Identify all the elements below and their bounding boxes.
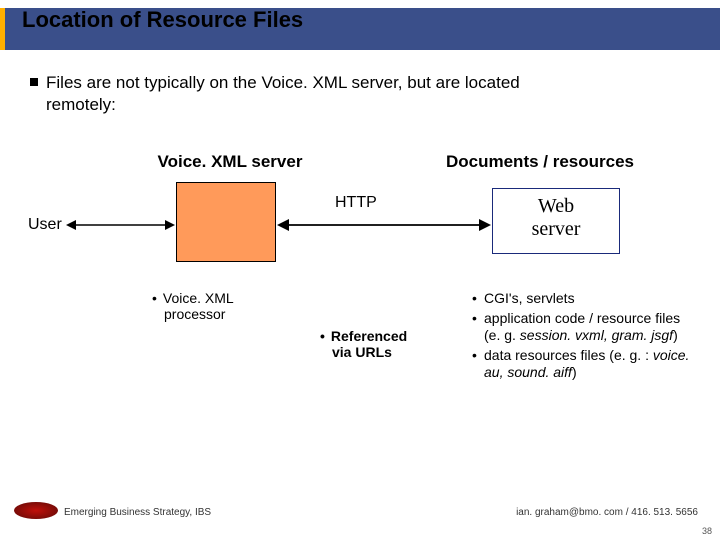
web-server-label-line1: Web [493,195,619,218]
page-number: 38 [702,526,712,536]
resources-item-3a: data resources files (e. g. : [484,347,653,363]
slide: Location of Resource Files Files are not… [0,0,720,540]
resources-item-3c: ) [572,364,577,380]
user-label: User [28,216,62,234]
ref-line1: Referenced [331,328,407,344]
resources-item-3: data resources files (e. g. : voice. au,… [470,347,690,382]
resources-item-2c: ) [673,327,678,343]
slide-title: Location of Resource Files [22,7,303,33]
square-bullet-icon [30,78,38,86]
referenced-urls-bullet: • Referenced via URLs [320,328,470,360]
arrow-user-to-vxml [66,219,175,231]
voicexml-processor-bullet: • Voice. XML processor [152,290,312,322]
http-label: HTTP [335,194,377,212]
resources-list: CGI's, servlets application code / resou… [470,290,690,384]
resources-item-1: CGI's, servlets [470,290,690,308]
logo-oval-icon [14,502,58,519]
resources-item-2: application code / resource files (e. g.… [470,310,690,345]
footer-contact: ian. graham@bmo. com / 416. 513. 5656 [516,507,698,518]
arrow-http [277,218,491,232]
web-server-label-line2: server [493,218,619,241]
column-heading-left: Voice. XML server [120,152,340,172]
main-bullet: Files are not typically on the Voice. XM… [30,72,670,116]
bullet-icon: • [320,328,325,344]
column-heading-right: Documents / resources [420,152,660,172]
proc-line2: processor [164,306,225,322]
resources-item-2b: session. vxml, gram. jsgf [520,327,673,343]
voicexml-server-box [176,182,276,262]
logo-emfisys [14,502,58,520]
main-bullet-text-2: remotely: [46,94,670,116]
ref-line2: via URLs [332,344,392,360]
footer-strategy: Emerging Business Strategy, IBS [64,507,211,518]
web-server-box: Web server [492,188,620,254]
proc-line1: Voice. XML [163,290,234,306]
bullet-icon: • [152,290,157,306]
main-bullet-text-1: Files are not typically on the Voice. XM… [46,73,520,92]
title-accent [0,8,5,50]
